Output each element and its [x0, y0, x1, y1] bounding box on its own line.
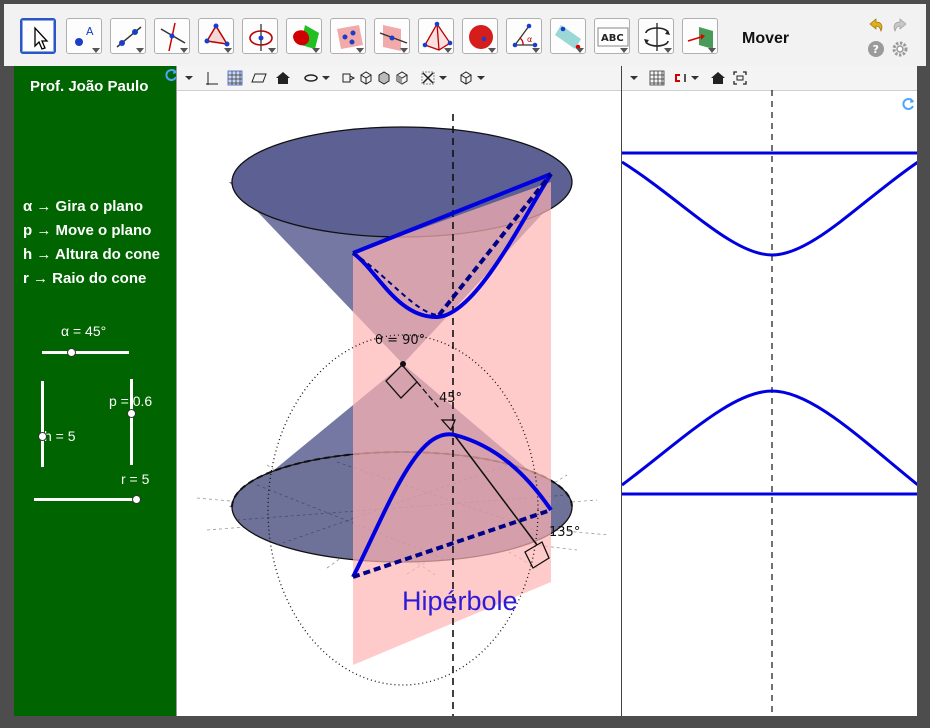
section-2d-plot — [622, 90, 918, 716]
dropdown-icon[interactable] — [318, 70, 334, 86]
author-label: Prof. João Paulo — [30, 78, 149, 95]
controls-panel: Prof. João Paulo α → Gira o plano p → Mo… — [14, 66, 177, 716]
lower-hyperbola-2d — [622, 389, 918, 487]
legend-line-p: p → Move o plano — [23, 222, 152, 239]
zoom-to-fit-icon[interactable] — [732, 70, 748, 86]
home-icon[interactable] — [275, 70, 291, 86]
grid-icon[interactable] — [649, 70, 665, 86]
upper-hyperbola-2d — [622, 160, 918, 257]
window-border — [917, 66, 926, 716]
dropdown-icon[interactable] — [473, 70, 489, 86]
clipping-icon[interactable] — [420, 70, 436, 86]
style-bar-menu-icon[interactable] — [181, 70, 197, 86]
legend-line-alpha: α → Gira o plano — [23, 198, 144, 215]
rotate-toggle-icon[interactable] — [303, 70, 319, 86]
style-bar-menu-icon[interactable] — [626, 70, 642, 86]
perpendicular-plane-tool-button[interactable] — [374, 18, 410, 54]
plane-through-points-tool-button[interactable] — [330, 18, 366, 54]
projection-icon[interactable] — [458, 70, 474, 86]
alpha-slider-handle[interactable] — [67, 348, 76, 357]
p-slider-handle[interactable] — [127, 409, 136, 418]
point-tool-button[interactable]: A — [66, 18, 102, 54]
window-border — [4, 66, 14, 716]
cone-vertex[interactable] — [400, 361, 406, 367]
r-slider-handle[interactable] — [132, 495, 141, 504]
view-from-side-icon[interactable] — [376, 70, 392, 86]
pyramid-tool-button[interactable] — [418, 18, 454, 54]
circle-tool-button[interactable] — [242, 18, 278, 54]
svg-text:ABC: ABC — [601, 33, 624, 44]
redo-icon[interactable] — [891, 16, 909, 34]
reflect-tool-button[interactable] — [550, 18, 586, 54]
hyperbola-label: Hipérbole — [402, 586, 518, 616]
rotate-view-tool-button[interactable] — [638, 18, 674, 54]
dropdown-icon[interactable] — [435, 70, 451, 86]
view-in-front-icon[interactable] — [340, 70, 356, 86]
h-slider-label: h = 5 — [44, 428, 76, 444]
undo-icon[interactable] — [867, 16, 885, 34]
settings-gear-icon[interactable] — [891, 40, 909, 58]
app-window: A α ABC Mover ? Prof. João Paulo α → Gir… — [0, 0, 930, 728]
dropdown-icon[interactable] — [687, 70, 703, 86]
text-tool-button[interactable]: ABC — [594, 18, 630, 54]
legend-line-r: r → Raio do cone — [23, 270, 147, 287]
angle-45-label: 45° — [439, 391, 462, 406]
h-slider-track[interactable] — [41, 381, 44, 467]
toolbar: A α ABC Mover ? — [4, 4, 926, 67]
alpha-slider-track[interactable] — [42, 351, 129, 354]
axes-icon[interactable] — [203, 70, 219, 86]
sphere-tool-button[interactable] — [462, 18, 498, 54]
current-mode-label: Mover — [742, 30, 790, 47]
perpendicular-line-tool-button[interactable] — [154, 18, 190, 54]
r-slider-track[interactable] — [34, 498, 138, 501]
polygon-tool-button[interactable] — [198, 18, 234, 54]
graphics-3d-style-bar — [177, 66, 621, 91]
view-from-front-tool-button[interactable] — [682, 18, 718, 54]
cursor-arrow-icon — [34, 26, 49, 50]
graphics-3d-view[interactable]: θ = 90° 45° 135° Hipérbole — [176, 66, 621, 716]
graphics-2d-view[interactable] — [621, 66, 918, 716]
svg-text:α: α — [527, 35, 532, 44]
svg-text:?: ? — [873, 43, 879, 56]
window-border — [4, 716, 926, 724]
view-from-top-icon[interactable] — [394, 70, 410, 86]
angle-135-label: 135° — [549, 525, 580, 540]
r-slider-label: r = 5 — [121, 471, 150, 487]
angle-tool-button[interactable]: α — [506, 18, 542, 54]
svg-text:A: A — [86, 25, 94, 38]
line-tool-button[interactable] — [110, 18, 146, 54]
alpha-slider-label: α = 45° — [61, 323, 107, 339]
p-slider-track[interactable] — [130, 379, 133, 465]
intersect-surfaces-tool-button[interactable] — [286, 18, 322, 54]
move-tool-button[interactable] — [20, 18, 56, 54]
legend-line-h: h → Altura do cone — [23, 246, 160, 263]
magnet-icon[interactable] — [672, 70, 688, 86]
graphics-2d-style-bar — [622, 66, 918, 91]
plane-icon[interactable] — [251, 70, 267, 86]
scene-3d: θ = 90° 45° 135° Hipérbole — [196, 114, 610, 716]
standard-view-icon[interactable] — [358, 70, 374, 86]
help-icon[interactable]: ? — [867, 40, 885, 58]
theta-angle-label: θ = 90° — [375, 333, 425, 348]
home-icon[interactable] — [710, 70, 726, 86]
grid-icon[interactable] — [227, 70, 243, 86]
h-slider-handle[interactable] — [38, 432, 47, 441]
